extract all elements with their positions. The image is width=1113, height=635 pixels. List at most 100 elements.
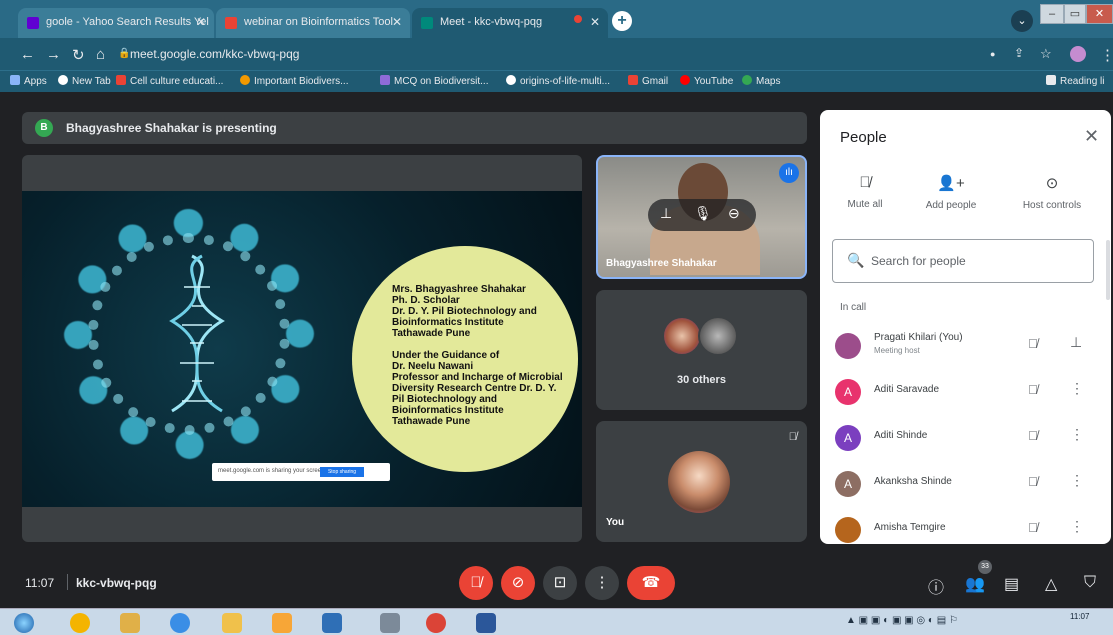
taskbar-clock: 11:07	[1070, 612, 1090, 621]
explorer-taskbar-icon[interactable]	[222, 613, 242, 633]
participant-avatar	[835, 333, 861, 359]
bookmark-cell-culture[interactable]: Cell culture educati...	[116, 75, 223, 87]
panel-title: People	[840, 129, 887, 146]
add-people-button[interactable]: 👤+ Add people	[906, 174, 996, 211]
browser-tab[interactable]: goole - Yahoo Search Results Yel ✕	[18, 8, 214, 38]
participant-row[interactable]: A Aditi Shinde 🎙̸ ⋮	[820, 414, 1111, 460]
speaking-indicator-icon: ılı	[779, 163, 799, 183]
popup-text: meet.google.com is sharing your screen	[218, 468, 325, 474]
close-window-button[interactable]: ✕	[1086, 4, 1113, 24]
participant-name: Aditi Saravade	[874, 384, 940, 395]
bookmark-mcq[interactable]: MCQ on Biodiversit...	[380, 75, 488, 87]
bookmark-biodivers[interactable]: Important Biodivers...	[240, 75, 348, 87]
chrome-active-taskbar-icon[interactable]	[426, 613, 446, 633]
profile-avatar[interactable]	[1070, 46, 1086, 62]
mic-off-icon: 🎙̸	[1028, 428, 1038, 443]
menu-kebab-icon[interactable]: ⋮	[1100, 46, 1113, 64]
participant-role: Meeting host	[874, 346, 920, 355]
recording-dot-icon	[574, 15, 582, 23]
mute-all-button[interactable]: 🎙̸ Mute all	[820, 174, 910, 210]
chat-icon[interactable]: ▤	[1004, 574, 1019, 594]
divider	[67, 574, 68, 590]
more-icon[interactable]: ⋮	[1070, 472, 1084, 489]
minimize-button[interactable]: –	[1040, 4, 1064, 24]
close-tab-icon[interactable]: ✕	[590, 15, 600, 29]
notepad-taskbar-icon[interactable]	[380, 613, 400, 633]
mic-icon[interactable]: 🎙	[694, 205, 712, 222]
bookmark-maps[interactable]: Maps	[742, 75, 780, 87]
people-icon[interactable]: 👥	[965, 574, 985, 594]
bookmark-gmail[interactable]: Gmail	[628, 75, 668, 87]
participant-name: Aditi Shinde	[874, 430, 928, 441]
remove-icon[interactable]: ⊖	[728, 205, 740, 222]
bookmark-star-icon[interactable]: ☆	[1040, 46, 1052, 62]
action-label: Add people	[925, 200, 977, 211]
profile-chevron-icon[interactable]: ⌄	[1011, 10, 1033, 32]
back-icon[interactable]: ←	[20, 46, 35, 63]
browser-tab-active[interactable]: Meet - kkc-vbwq-pqg ✕	[412, 8, 608, 38]
browser-tab[interactable]: webinar on Bioinformatics Tool ✕	[216, 8, 410, 38]
participant-avatar	[662, 316, 702, 356]
camera-indicator-icon[interactable]: ●	[990, 49, 995, 59]
camera-toggle-button[interactable]: ⊘	[501, 566, 535, 600]
search-people-input[interactable]: 🔍 Search for people	[832, 239, 1094, 283]
present-button[interactable]: ⊡	[543, 566, 577, 600]
bookmark-youtube[interactable]: YouTube	[680, 75, 733, 87]
reload-icon[interactable]: ↻	[72, 46, 85, 64]
more-icon[interactable]: ⋮	[1070, 380, 1084, 397]
close-icon[interactable]: ✕	[1084, 126, 1099, 147]
new-tab-button[interactable]: +	[612, 11, 632, 31]
slide-text-circle: Mrs. Bhagyashree Shahakar Ph. D. Scholar…	[352, 246, 578, 472]
start-button[interactable]	[14, 613, 34, 633]
mic-off-icon: 🎙̸	[1028, 382, 1038, 397]
bookmark-apps[interactable]: Apps	[10, 75, 47, 87]
reading-list[interactable]: Reading li	[1046, 75, 1104, 87]
mic-toggle-button[interactable]: 🎙̸	[459, 566, 493, 600]
chrome-taskbar-icon[interactable]	[70, 613, 90, 633]
stop-sharing-button[interactable]: Stop sharing	[320, 467, 364, 477]
close-tab-icon[interactable]: ✕	[196, 15, 206, 29]
forward-icon[interactable]: →	[46, 46, 61, 63]
participant-avatar	[698, 316, 738, 356]
presentation-stage: Mrs. Bhagyashree Shahakar Ph. D. Scholar…	[22, 155, 582, 542]
home-icon[interactable]: ⌂	[96, 46, 105, 63]
folder-taskbar-icon[interactable]	[120, 613, 140, 633]
leave-call-button[interactable]: ☎	[627, 566, 675, 600]
maximize-button[interactable]: ▭	[1064, 4, 1086, 24]
others-tile[interactable]: 30 others	[596, 290, 807, 410]
search-icon: 🔍	[847, 252, 865, 268]
self-video-tile[interactable]: 🎙̸ You	[596, 421, 807, 542]
self-tile-name: You	[606, 517, 625, 528]
bookmark-origins[interactable]: origins-of-life-multi...	[506, 75, 610, 87]
word-taskbar-icon[interactable]	[476, 613, 496, 633]
close-tab-icon[interactable]: ✕	[392, 15, 402, 29]
stage-letterbox-bottom	[22, 507, 582, 542]
more-icon[interactable]: ⋮	[1070, 426, 1084, 443]
presenter-video-tile[interactable]: ⊥ 🎙 ⊖ ılı Bhagyashree Shahakar	[596, 155, 807, 279]
bookmarks-bar: Apps New Tab Cell culture educati... Imp…	[0, 70, 1113, 92]
activities-icon[interactable]: △	[1045, 574, 1057, 594]
url-field[interactable]: meet.google.com/kkc-vbwq-pqg	[130, 47, 299, 61]
meeting-details-icon[interactable]: ⓘ	[928, 574, 944, 598]
system-tray[interactable]: ▲ ▣ ▣ ◐ ▣ ▣ ◎ ◐ ▤ ⚐	[846, 615, 958, 626]
screen-share-popup: meet.google.com is sharing your screen S…	[212, 463, 390, 481]
presenter-tile-name: Bhagyashree Shahakar	[606, 258, 717, 269]
share-icon[interactable]: ⇪	[1014, 46, 1024, 60]
host-controls-button[interactable]: ⊙ Host controls	[1000, 174, 1104, 211]
ie-taskbar-icon[interactable]	[170, 613, 190, 633]
pin-icon[interactable]: ⊥	[1070, 334, 1082, 351]
media-taskbar-icon[interactable]	[272, 613, 292, 633]
participant-row[interactable]: A Akanksha Shinde 🎙̸ ⋮	[820, 460, 1111, 506]
mic-off-icon: 🎙̸	[788, 431, 797, 443]
app-taskbar-icon[interactable]	[322, 613, 342, 633]
participant-row[interactable]: A Aditi Saravade 🎙̸ ⋮	[820, 368, 1111, 414]
panel-scrollbar[interactable]	[1106, 240, 1110, 300]
host-controls-icon[interactable]: ⛉	[1084, 574, 1096, 592]
meet-area: B Bhagyashree Shahakar is presenting Mrs…	[0, 92, 1113, 560]
more-icon[interactable]: ⋮	[1070, 518, 1084, 535]
bookmark-new-tab[interactable]: New Tab	[58, 75, 111, 87]
participant-row[interactable]: Amisha Temgire 🎙̸ ⋮	[820, 506, 1111, 544]
more-options-button[interactable]: ⋮	[585, 566, 619, 600]
pin-icon[interactable]: ⊥	[660, 205, 672, 222]
participant-row[interactable]: Pragati Khilari (You) Meeting host 🎙̸ ⊥	[820, 322, 1111, 368]
